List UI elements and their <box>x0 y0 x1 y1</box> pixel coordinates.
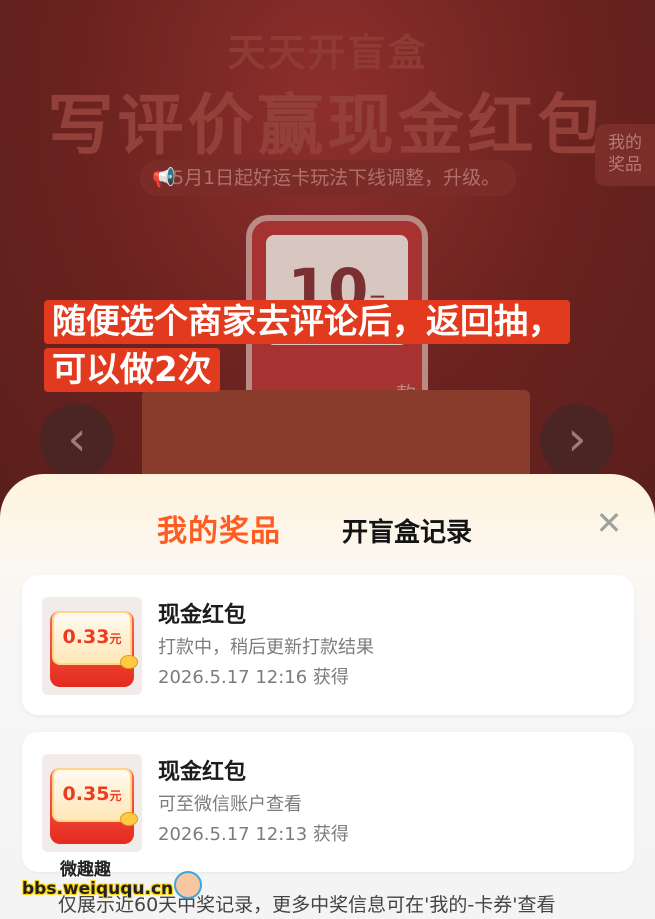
my-prize-side-label: 我的 奖品 <box>608 133 642 175</box>
notice-bar[interactable]: 📢5月1日起好运卡玩法下线调整，升级。 <box>140 160 516 196</box>
promo-title-big: 写评价赢现金红包 <box>47 87 608 164</box>
close-icon[interactable]: ✕ <box>594 507 624 539</box>
prize-card[interactable]: 0.33元 现金红包 打款中，稍后更新打款结果 2026.5.17 12:16 … <box>22 575 634 715</box>
blind-box <box>142 390 530 480</box>
red-envelope-thumbnail: 0.35元 <box>42 754 142 852</box>
prize-sheet: 我的奖品 开盲盒记录 ✕ 0.33元 现金红包 打款中，稍后更新打款结果 202… <box>0 474 655 919</box>
prize-title: 现金红包 <box>158 603 247 628</box>
watermark: 微趣趣 bbs.weiququ.cn <box>22 855 202 911</box>
red-envelope-icon: 0.35元 <box>50 768 138 844</box>
promo-title-small: 天天开盲盒 <box>227 31 428 75</box>
prize-amount: 0.33 <box>62 626 110 648</box>
envelope-amount-label: 0.33元 <box>52 611 132 665</box>
prize-status: 可至微信账户查看 <box>158 794 302 815</box>
chevron-right-icon[interactable]: › <box>540 404 614 478</box>
watermark-bottom: bbs.weiququ.cn <box>22 879 174 899</box>
speaker-icon: 📢 <box>152 167 176 189</box>
notice-text: 5月1日起好运卡玩法下线调整，升级。 <box>172 167 501 189</box>
prize-time: 2026.5.17 12:13 获得 <box>158 824 349 845</box>
chevron-left-icon[interactable]: ‹ <box>40 404 114 478</box>
watermark-top: 微趣趣 <box>60 860 111 880</box>
tab-my-prizes[interactable]: 我的奖品 <box>151 506 281 552</box>
prize-unit: 元 <box>109 789 122 803</box>
prize-amount: 0.35 <box>62 783 110 805</box>
caption-text: 随便选个商家去评论后，返回抽，可以做2次 <box>44 300 570 392</box>
prize-status: 打款中，稍后更新打款结果 <box>158 637 374 658</box>
tab-blind-box-records[interactable]: 开盲盒记录 <box>342 512 472 549</box>
my-prize-side-button[interactable]: 我的 奖品 <box>595 124 655 186</box>
promo-background: 天天开盲盒 写评价赢现金红包 📢5月1日起好运卡玩法下线调整，升级。 我的 奖品… <box>0 0 655 520</box>
prize-unit: 元 <box>109 632 122 646</box>
coin-icon <box>120 655 138 669</box>
coin-icon <box>120 812 138 826</box>
prize-title: 现金红包 <box>158 760 247 785</box>
prize-time: 2026.5.17 12:16 获得 <box>158 667 349 688</box>
prize-card[interactable]: 0.35元 现金红包 可至微信账户查看 2026.5.17 12:13 获得 <box>22 732 634 872</box>
envelope-amount-label: 0.35元 <box>52 768 132 822</box>
avatar <box>174 871 202 899</box>
caption-overlay: 随便选个商家去评论后，返回抽，可以做2次 <box>44 298 584 394</box>
red-envelope-thumbnail: 0.33元 <box>42 597 142 695</box>
red-envelope-icon: 0.33元 <box>50 611 138 687</box>
